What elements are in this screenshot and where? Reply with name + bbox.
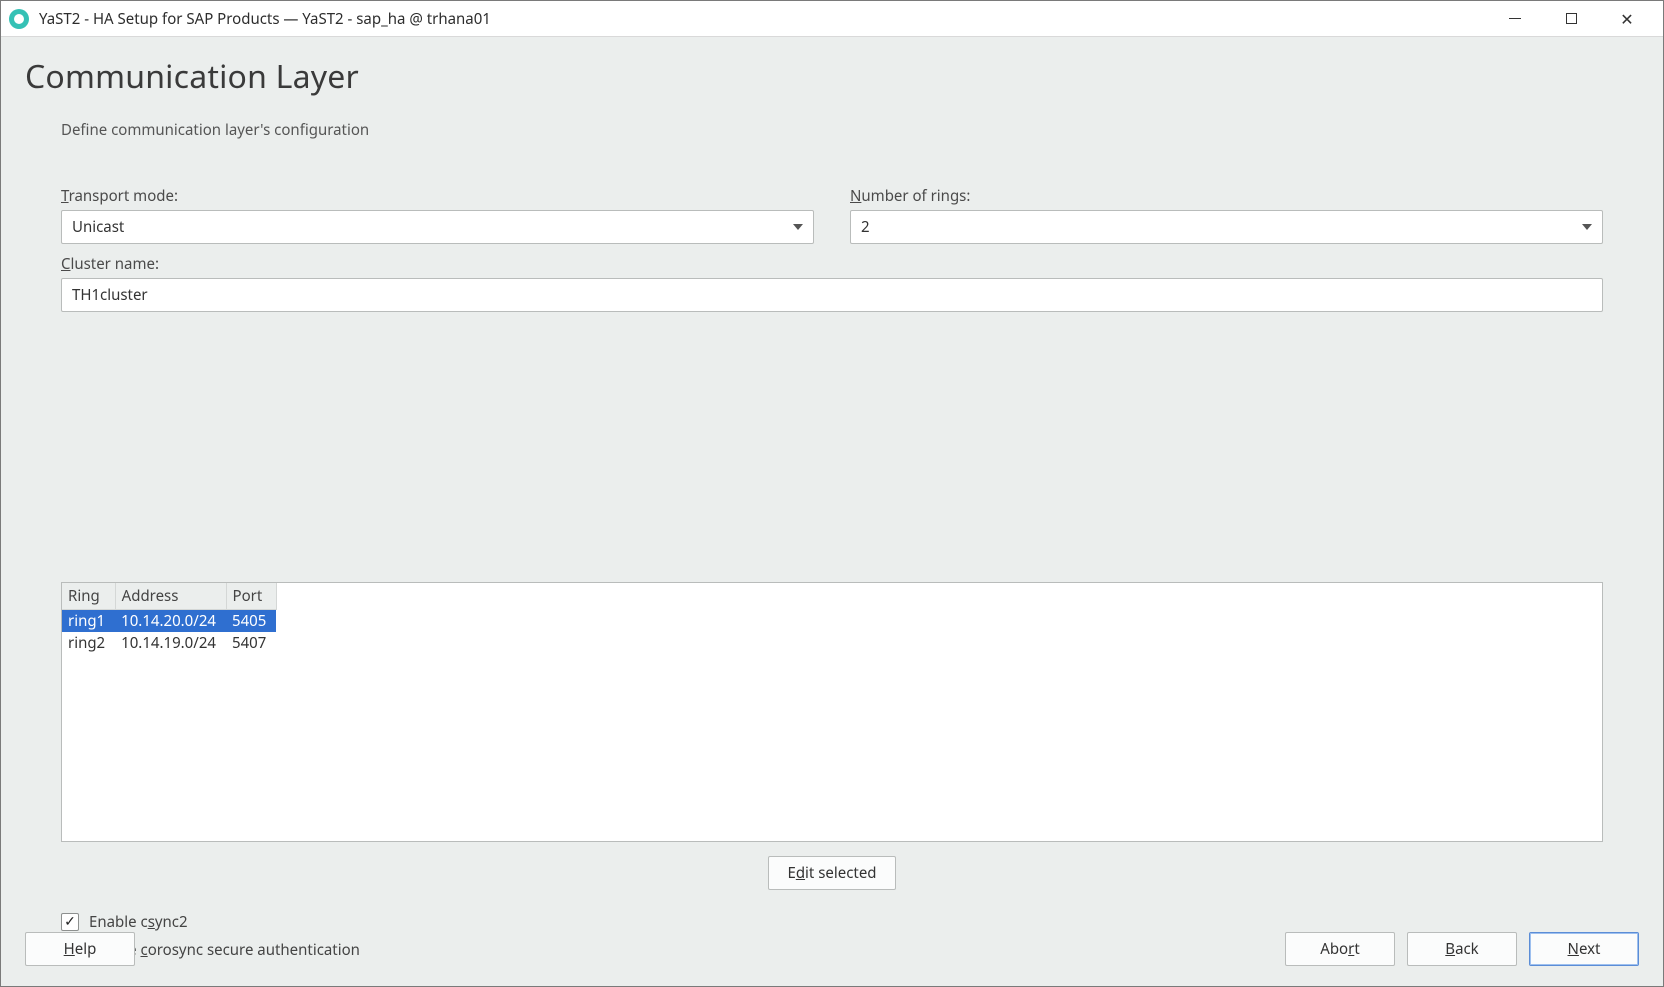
close-button[interactable]: ✕	[1599, 1, 1655, 37]
cell-port: 5407	[226, 632, 276, 654]
num-rings-label: Number of rings:	[850, 186, 1603, 206]
chevron-down-icon	[793, 224, 803, 230]
window-controls: ✕	[1487, 1, 1655, 37]
cluster-name-group: Cluster name: TH1cluster	[61, 254, 1603, 574]
app-window: YaST2 - HA Setup for SAP Products — YaST…	[0, 0, 1664, 987]
maximize-icon	[1566, 13, 1577, 24]
cell-ring: ring2	[62, 632, 115, 654]
cluster-name-input[interactable]: TH1cluster	[61, 278, 1603, 312]
transport-mode-select[interactable]: Unicast	[61, 210, 814, 244]
abort-button[interactable]: Abort	[1285, 932, 1395, 966]
cell-address: 10.14.20.0/24	[115, 610, 226, 633]
transport-mode-value: Unicast	[72, 217, 124, 237]
minimize-button[interactable]	[1487, 1, 1543, 37]
chevron-down-icon	[1582, 224, 1592, 230]
cell-port: 5405	[226, 610, 276, 633]
transport-mode-group: Transport mode: Unicast	[61, 186, 814, 244]
cluster-name-value: TH1cluster	[72, 285, 148, 305]
ring-table-container[interactable]: Ring Address Port ring110.14.20.0/245405…	[61, 582, 1603, 842]
col-ring[interactable]: Ring	[62, 583, 115, 610]
content-area: Communication Layer Define communication…	[1, 37, 1663, 986]
num-rings-group: Number of rings: 2	[850, 186, 1603, 244]
num-rings-value: 2	[861, 217, 870, 237]
col-port[interactable]: Port	[226, 583, 276, 610]
form-area: Define communication layer's configurati…	[25, 120, 1639, 968]
row-transport-rings: Transport mode: Unicast Number of rings:…	[61, 186, 1603, 244]
enable-csync2-row[interactable]: ✓ Enable csync2	[61, 912, 1603, 932]
page-subtitle: Define communication layer's configurati…	[61, 120, 1603, 140]
app-icon	[9, 9, 29, 29]
help-button[interactable]: Help	[25, 932, 135, 966]
back-button[interactable]: Back	[1407, 932, 1517, 966]
ring-table: Ring Address Port ring110.14.20.0/245405…	[62, 583, 277, 654]
cluster-name-label: Cluster name:	[61, 254, 1603, 274]
cell-ring: ring1	[62, 610, 115, 633]
transport-mode-label: Transport mode:	[61, 186, 814, 206]
maximize-button[interactable]	[1543, 1, 1599, 37]
table-row[interactable]: ring110.14.20.0/245405	[62, 610, 276, 633]
cell-address: 10.14.19.0/24	[115, 632, 226, 654]
minimize-icon	[1509, 18, 1521, 19]
next-button[interactable]: Next	[1529, 932, 1639, 966]
window-title: YaST2 - HA Setup for SAP Products — YaST…	[39, 9, 1487, 29]
footer-buttons: Help Abort Back Next	[25, 932, 1639, 966]
ring-table-header-row: Ring Address Port	[62, 583, 276, 610]
close-icon: ✕	[1620, 11, 1633, 27]
enable-csync2-label: Enable csync2	[89, 912, 188, 932]
num-rings-select[interactable]: 2	[850, 210, 1603, 244]
page-title: Communication Layer	[25, 55, 1639, 98]
edit-selected-button[interactable]: Edit selected	[768, 856, 895, 890]
col-address[interactable]: Address	[115, 583, 226, 610]
titlebar: YaST2 - HA Setup for SAP Products — YaST…	[1, 1, 1663, 37]
table-row[interactable]: ring210.14.19.0/245407	[62, 632, 276, 654]
enable-csync2-checkbox[interactable]: ✓	[61, 913, 79, 931]
edit-selected-row: Edit selected	[61, 856, 1603, 890]
